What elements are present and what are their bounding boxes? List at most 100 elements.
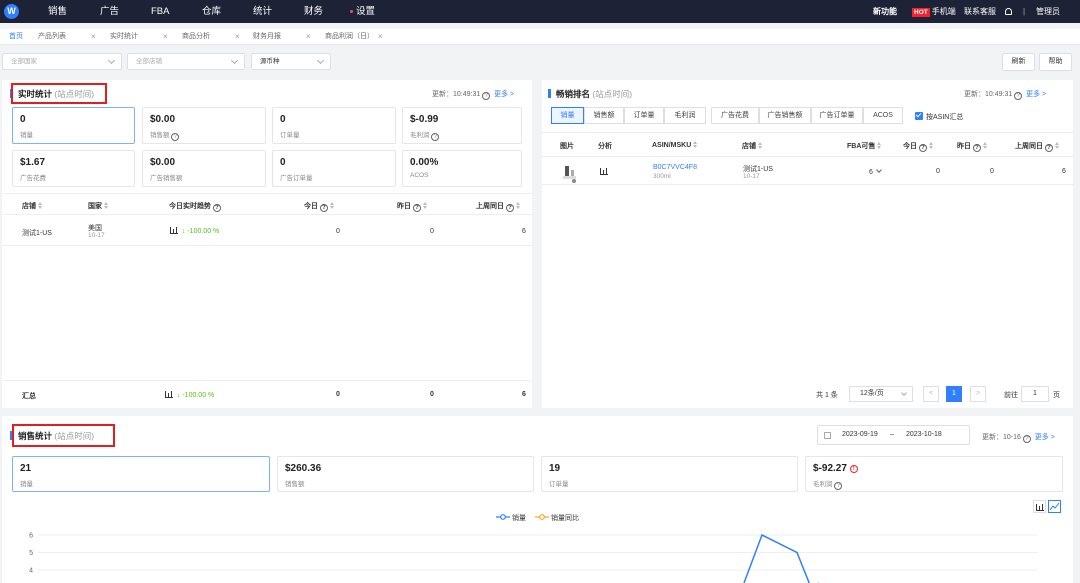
currency-select[interactable]: 源币种 — [251, 53, 331, 70]
more-link[interactable]: 更多 > — [1035, 434, 1055, 441]
metric-card[interactable]: 0.00% ACOS — [402, 150, 522, 187]
nav-item-fba[interactable]: FBA — [151, 0, 169, 23]
metric-label: 销量 — [20, 481, 33, 488]
next-page-button[interactable]: > — [970, 386, 986, 402]
tab-orders[interactable]: 订单量 — [624, 107, 664, 124]
tab-home[interactable]: 首页 — [4, 29, 23, 45]
metric-card[interactable]: $-0.99 毛利润 ? — [402, 107, 522, 144]
metric-card[interactable]: 0 广告订单量 — [272, 150, 396, 187]
asin-link[interactable]: B0C7VVC4F8 — [653, 164, 697, 171]
close-icon[interactable]: × — [378, 29, 383, 45]
calendar-icon — [824, 432, 831, 439]
more-link[interactable]: 更多 > — [1026, 91, 1046, 98]
legend-item-sales[interactable]: 销量 — [496, 513, 526, 523]
tab-ad-spend[interactable]: 广告花费 — [711, 107, 759, 124]
nav-item-warehouse[interactable]: 仓库 — [202, 0, 221, 23]
column-header-fba[interactable]: FBA可售 — [847, 141, 882, 151]
bar-chart-toggle-icon[interactable] — [1033, 500, 1046, 513]
help-icon: ? — [482, 92, 491, 100]
nav-item-ads[interactable]: 广告 — [100, 0, 119, 23]
date-range-picker[interactable]: 2023-09-19 – 2023-10-18 — [817, 425, 970, 445]
metric-card[interactable]: 19 订单量 — [541, 456, 798, 492]
tab-realtime-stats[interactable]: 实时统计 × — [105, 29, 177, 45]
nav-item-sales[interactable]: 销售 — [48, 0, 67, 23]
metric-card[interactable]: $0.00 广告销售额 — [142, 150, 266, 187]
refresh-button[interactable]: 刷新 — [1002, 53, 1035, 71]
asin-summary-checkbox[interactable]: 按ASIN汇总 — [915, 112, 963, 122]
help-icon: ? — [1022, 435, 1031, 443]
app-logo[interactable]: W — [4, 4, 19, 19]
cell-trend[interactable]: ↓ -100.00 % — [170, 227, 219, 235]
nav-item-statistics[interactable]: 统计 — [253, 0, 272, 23]
bell-icon[interactable] — [1005, 0, 1012, 23]
column-header-asin[interactable]: ASIN/MSKU — [652, 141, 698, 149]
close-icon[interactable]: × — [235, 29, 240, 45]
bestseller-panel: 畅销排名 (站点时间) 更新：10:49:31 ? 更多 > 销量 销售额 订单… — [542, 80, 1073, 408]
checkbox-checked-icon — [915, 112, 923, 120]
column-header-today[interactable]: 今日 ? — [304, 201, 334, 212]
metric-card[interactable]: 0 销量 — [12, 107, 135, 144]
tab-ad-orders[interactable]: 广告订单量 — [811, 107, 863, 124]
more-link[interactable]: 更多 > — [494, 91, 514, 98]
data-point[interactable] — [761, 534, 763, 536]
column-header-yesterday[interactable]: 昨日 ? — [397, 201, 427, 212]
page-number-current[interactable]: 1 — [946, 386, 962, 402]
country-select[interactable]: 全部国家 — [2, 53, 122, 70]
metric-card[interactable]: 21 销量 — [12, 456, 270, 492]
warning-icon: ! — [849, 465, 858, 473]
metric-card[interactable]: 0 订单量 — [272, 107, 396, 144]
column-header-shop[interactable]: 店铺 — [22, 201, 42, 211]
series-line-sales — [743, 533, 819, 583]
tab-product-profit[interactable]: 商品利润（日） × — [320, 29, 392, 45]
nav-item-settings[interactable]: 设置 — [350, 0, 375, 23]
column-header-shop[interactable]: 店铺 — [742, 141, 762, 151]
tab-sales-amount[interactable]: 销售额 — [584, 107, 624, 124]
divider — [542, 156, 1073, 157]
nav-item-finance[interactable]: 财务 — [304, 0, 323, 23]
user-menu[interactable]: 管理员 — [1036, 0, 1060, 23]
column-header-last-week[interactable]: 上周同日 ? — [476, 201, 520, 212]
legend-item-sales-yoy[interactable]: 销量同比 — [535, 513, 579, 523]
tab-product-list[interactable]: 产品列表 × — [33, 29, 101, 45]
tab-product-analysis[interactable]: 商品分析 × — [177, 29, 249, 45]
tab-finance-monthly[interactable]: 财务月报 × — [248, 29, 320, 45]
close-icon[interactable]: × — [163, 29, 168, 45]
summary-trend[interactable]: ↓ -100.00 % — [165, 391, 214, 399]
support-link[interactable]: 联系客服 — [964, 0, 996, 23]
date-separator: – — [890, 431, 894, 438]
goto-page-input[interactable]: 1 — [1021, 386, 1049, 402]
update-time: 更新：10:49:31 ? 更多 > — [432, 91, 515, 100]
metric-card[interactable]: $1.67 广告花费 — [12, 150, 135, 187]
column-header-country[interactable]: 国家 — [88, 201, 108, 211]
close-icon[interactable]: × — [306, 29, 311, 45]
tab-acos[interactable]: ACOS — [863, 107, 903, 124]
line-chart-toggle-icon[interactable] — [1048, 500, 1061, 513]
close-icon[interactable]: × — [91, 29, 96, 45]
panel-title: 畅销排名 (站点时间) — [548, 88, 632, 100]
shop-select[interactable]: 全部店铺 — [127, 53, 245, 70]
metric-card[interactable]: $0.00 销售额 ? — [142, 107, 266, 144]
tab-sales-qty[interactable]: 销量 — [551, 107, 584, 124]
date-to: 2023-10-18 — [906, 431, 942, 438]
bar-chart-icon — [170, 227, 178, 234]
column-header-today[interactable]: 今日 ? — [903, 141, 933, 152]
cell-fba[interactable]: 6 — [869, 167, 882, 176]
prev-page-button[interactable]: < — [923, 386, 939, 402]
bar-chart-icon[interactable] — [600, 168, 608, 176]
tab-ad-sales[interactable]: 广告销售额 — [759, 107, 811, 124]
tab-gross-profit[interactable]: 毛利润 — [664, 107, 706, 124]
mobile-link[interactable]: HOT 手机端 — [912, 0, 956, 23]
data-point[interactable] — [796, 551, 798, 554]
product-image[interactable] — [562, 164, 578, 184]
help-button[interactable]: 帮助 — [1039, 53, 1072, 71]
page-size-select[interactable]: 12条/页 — [849, 386, 913, 402]
metric-card[interactable]: $-92.27 ! 毛利润 ? — [805, 456, 1063, 492]
help-icon: ? — [1014, 92, 1023, 100]
divider — [542, 132, 1073, 133]
metric-card[interactable]: $260.36 销售额 — [277, 456, 534, 492]
metric-value: 0 — [280, 157, 286, 168]
metric-label: 订单量 — [549, 481, 569, 488]
column-header-last-week[interactable]: 上周同日 ? — [1015, 141, 1059, 152]
new-feature-link[interactable]: 新功能 — [873, 0, 897, 23]
column-header-yesterday[interactable]: 昨日 ? — [957, 141, 987, 152]
